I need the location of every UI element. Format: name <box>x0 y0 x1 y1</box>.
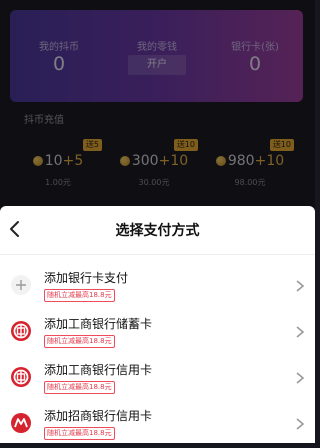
payment-option-icbc-debit[interactable]: 添加工商银行储蓄卡 随机立减最高18.8元 <box>0 308 315 356</box>
sheet-header: 选择支付方式 <box>0 206 315 255</box>
promo-badge: 随机立减最高18.8元 <box>44 381 115 394</box>
promo-badge: 随机立减最高18.8元 <box>44 289 115 302</box>
icbc-logo-icon <box>10 366 32 388</box>
payment-option-cmb-credit[interactable]: 添加招商银行信用卡 随机立减最高18.8元 <box>0 400 315 448</box>
payment-method-sheet: 选择支付方式 添加银行卡支付 随机立减最高18.8元 添加工商银行储蓄卡 随机立… <box>0 206 315 443</box>
chevron-right-icon <box>295 324 305 338</box>
chevron-right-icon <box>295 278 305 292</box>
chevron-right-icon <box>295 416 305 430</box>
plus-icon <box>10 274 32 296</box>
option-name: 添加工商银行储蓄卡 <box>44 317 153 331</box>
promo-badge: 随机立减最高18.8元 <box>44 427 115 440</box>
sheet-title: 选择支付方式 <box>115 223 200 239</box>
icbc-logo-icon <box>10 320 32 342</box>
chevron-right-icon <box>295 370 305 384</box>
option-name: 添加银行卡支付 <box>44 271 129 285</box>
option-name: 添加工商银行信用卡 <box>44 363 153 377</box>
option-name: 添加招商银行信用卡 <box>44 409 153 423</box>
promo-badge: 随机立减最高18.8元 <box>44 335 115 348</box>
payment-option-icbc-credit[interactable]: 添加工商银行信用卡 随机立减最高18.8元 <box>0 354 315 402</box>
modal-overlay[interactable] <box>0 0 315 220</box>
payment-option-add-bank-card[interactable]: 添加银行卡支付 随机立减最高18.8元 <box>0 262 315 310</box>
cmb-logo-icon <box>10 412 32 434</box>
